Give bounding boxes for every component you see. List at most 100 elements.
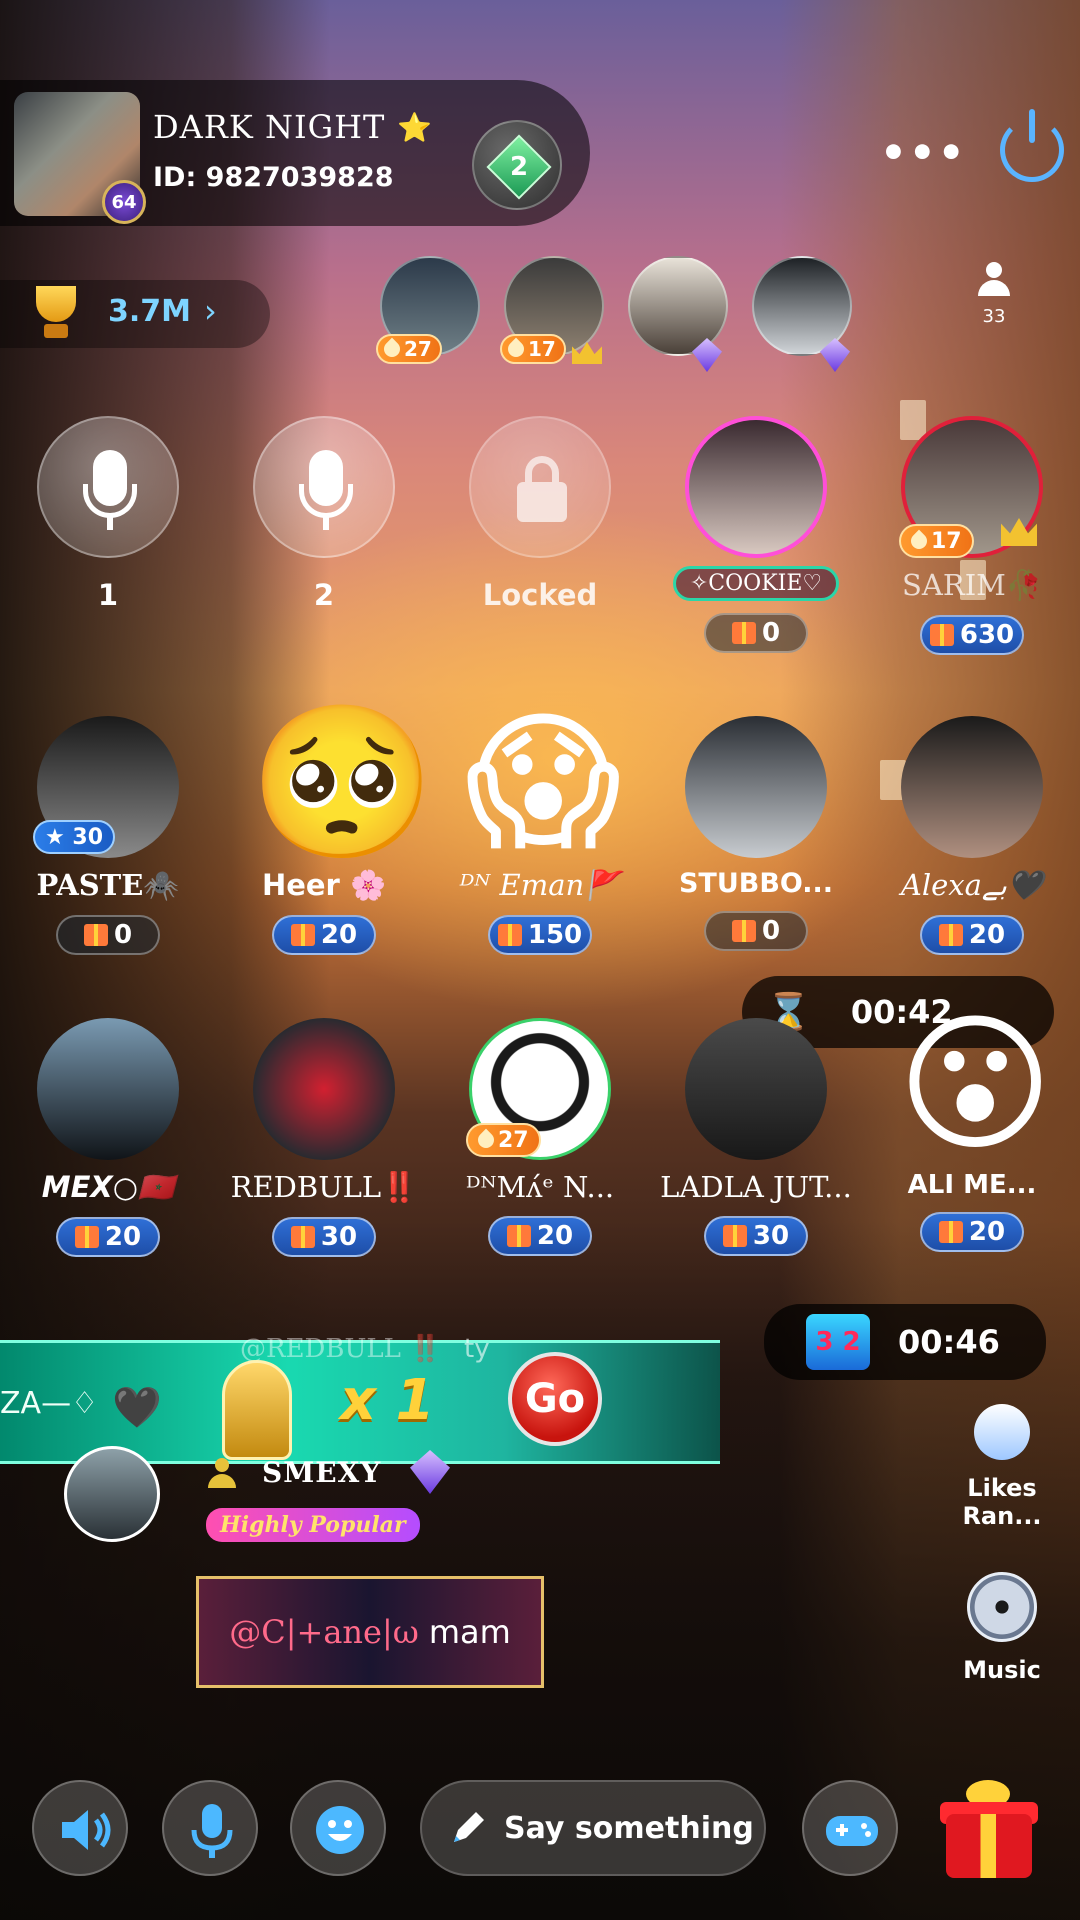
say-something-input[interactable]: Say something (420, 1780, 766, 1876)
gift-count-pill: 30 (272, 1217, 376, 1257)
gift-icon (83, 924, 108, 946)
seat-ali[interactable]: 😮 ALI ME... 20 (872, 1010, 1072, 1252)
seat-2[interactable]: 2 (224, 416, 424, 612)
gift-icon (929, 624, 954, 646)
gift-count-pill: 20 (488, 1216, 592, 1256)
music-label: Music (963, 1656, 1041, 1684)
seat-redbull[interactable]: REDBULL‼️ 30 (224, 1018, 424, 1257)
user-avatar[interactable] (37, 1018, 179, 1160)
viewer-avatar[interactable] (628, 256, 728, 372)
viewer-level-badge: 27 (376, 334, 442, 364)
user-avatar[interactable] (253, 1018, 395, 1160)
message-text: mam (428, 1613, 511, 1651)
seat-locked[interactable]: Locked (440, 416, 640, 612)
gift-count-pill: 20 (272, 915, 376, 955)
user-level-badge: 17 (899, 524, 974, 558)
chat-message-bubble[interactable]: @C|+ane|ω mam (196, 1576, 544, 1688)
seat-alexa[interactable]: Alexaبے🖤 20 (872, 716, 1072, 955)
emoji-button[interactable] (290, 1780, 386, 1876)
gift-icon (731, 920, 756, 942)
user-avatar[interactable]: 😱 (465, 708, 621, 858)
gift-button[interactable] (938, 1780, 1038, 1880)
user-name-tag: ✧COOKIE♡ (672, 566, 840, 601)
gift-icon (497, 924, 522, 946)
viewer-avatar[interactable] (752, 256, 852, 372)
power-exit-button[interactable] (1000, 109, 1064, 182)
dice-icon: 3 2 (806, 1314, 870, 1370)
say-something-placeholder: Say something (504, 1810, 754, 1846)
gamepad-icon (826, 1816, 878, 1846)
seat-cookie[interactable]: ✧COOKIE♡ 0 (656, 416, 856, 653)
seat-eman[interactable]: 😱 ᴰᴺ Eman🚩 150 (440, 708, 640, 955)
rocket-gift-icon (222, 1360, 292, 1460)
user-name: STUBBO... (678, 868, 834, 899)
hand-icon (974, 1404, 1030, 1460)
user-avatar[interactable]: 17 (899, 416, 1043, 558)
person-icon (206, 1458, 238, 1490)
microphone-icon (191, 1804, 233, 1858)
user-name: ᴰᴺ Eman🚩 (459, 868, 621, 902)
locked-seat-circle[interactable] (469, 416, 611, 558)
user-name: SARIM🥀 (902, 568, 1042, 602)
gift-icon (290, 924, 315, 946)
go-button[interactable]: Go (508, 1352, 602, 1446)
gift-multiplier: x 1 (340, 1368, 435, 1433)
user-avatar[interactable]: ★ 30 (33, 716, 179, 858)
gift-count-pill: 0 (56, 915, 160, 955)
user-name: LADLA JUT... (660, 1170, 852, 1204)
seat-mexo[interactable]: MEX○🇲🇦 20 (8, 1018, 208, 1257)
sender-avatar[interactable] (64, 1446, 160, 1542)
room-level-button[interactable]: 2 (472, 120, 562, 210)
black-heart-icon: 🖤 (112, 1385, 162, 1431)
gift-count-pill: 150 (488, 915, 592, 955)
user-name: Alexaبے🖤 (900, 868, 1044, 902)
seat-label: 1 (97, 578, 119, 612)
dice-game-timer[interactable]: 3 2 00:46 (764, 1304, 1046, 1380)
banner-sender-name: @REDBULL ‼️ (240, 1334, 442, 1364)
music-button[interactable]: Music (932, 1572, 1072, 1684)
user-avatar[interactable]: 😮 (897, 1010, 1053, 1160)
banner-receiver-name: ZA—♢ (0, 1386, 98, 1421)
smiley-icon (316, 1806, 364, 1854)
hushed-face-emoji-icon: 😮 (897, 998, 1054, 1172)
room-level-number: 2 (509, 152, 529, 182)
empty-seat-circle[interactable] (253, 416, 395, 558)
speaker-button[interactable] (32, 1780, 128, 1876)
chevron-right-icon: › (204, 292, 217, 330)
seat-1[interactable]: 1 (8, 416, 208, 612)
user-icon (977, 262, 1011, 296)
empty-seat-circle[interactable] (37, 416, 179, 558)
user-avatar[interactable] (685, 716, 827, 858)
seat-panda[interactable]: 27 ᴰᴺMʌ́ᵉ N... 20 (440, 1018, 640, 1256)
star-level-badge: ★ 30 (33, 820, 116, 854)
seat-stubbo[interactable]: STUBBO... 0 (656, 716, 856, 951)
dice-timer-value: 00:46 (898, 1323, 1000, 1361)
highly-popular-badge: Highly Popular (206, 1508, 420, 1542)
gift-count-pill: 20 (920, 915, 1024, 955)
user-avatar[interactable] (901, 716, 1043, 858)
user-avatar[interactable]: 🥺 (249, 708, 436, 858)
mic-button[interactable] (162, 1780, 258, 1876)
seat-paste[interactable]: ★ 30 PASTE🕷️ 0 (8, 716, 208, 955)
seat-ladla[interactable]: LADLA JUT... 30 (656, 1018, 856, 1256)
trophy-icon (26, 284, 86, 344)
speaker-icon (62, 1810, 111, 1850)
banner-sender-suffix: ty (464, 1334, 490, 1364)
viewer-avatar[interactable]: 17 (500, 256, 604, 364)
seat-heer[interactable]: 🥺 Heer 🌸 20 (224, 708, 436, 955)
crown-icon (572, 342, 602, 364)
game-button[interactable] (802, 1780, 898, 1876)
user-avatar[interactable] (685, 1018, 827, 1160)
likes-ranking-button[interactable]: Likes Ran... (932, 1404, 1072, 1530)
gift-count-pill: 20 (920, 1212, 1024, 1252)
online-users-button[interactable]: 33 (964, 262, 1024, 352)
more-options-button[interactable]: ••• (880, 132, 967, 174)
seat-sarim[interactable]: 17 SARIM🥀 630 (872, 416, 1072, 655)
user-avatar[interactable] (685, 416, 827, 558)
user-name: Heer 🌸 (261, 868, 387, 902)
user-name: ᴰᴺMʌ́ᵉ N... (465, 1170, 615, 1204)
viewer-avatar[interactable]: 27 (376, 256, 480, 364)
power-icon (1029, 109, 1035, 143)
gift-icon (74, 1226, 99, 1248)
panda-avatar[interactable]: 27 (466, 1018, 611, 1160)
